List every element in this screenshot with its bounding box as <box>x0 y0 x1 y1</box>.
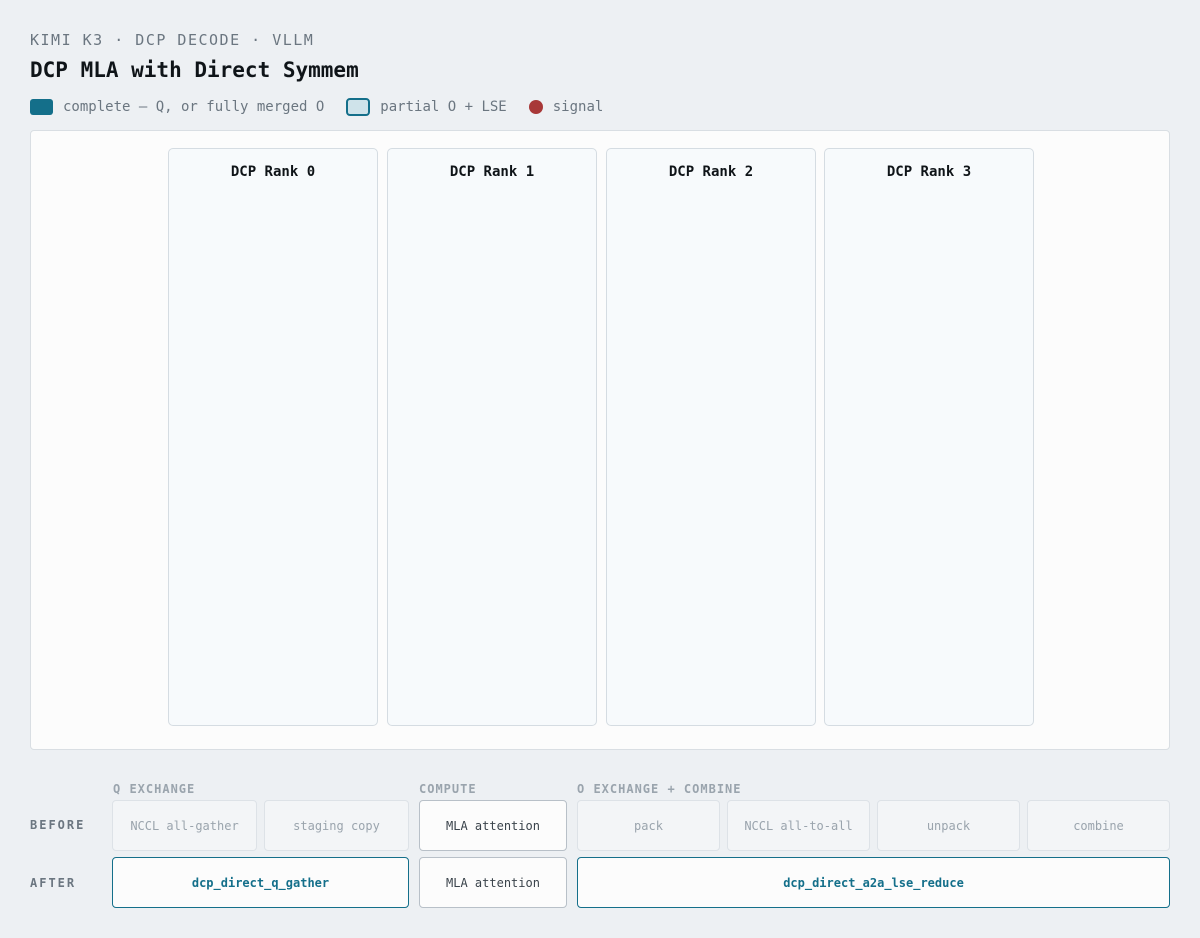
step-dcp-direct-q-gather: dcp_direct_q_gather <box>112 857 409 908</box>
page-title: DCP MLA with Direct Symmem <box>30 58 359 82</box>
legend-label-signal: signal <box>552 99 604 115</box>
page-eyebrow: KIMI K3 · DCP DECODE · VLLM <box>30 31 315 49</box>
rank-lane-1: DCP Rank 1 <box>387 148 597 726</box>
rank-title: DCP Rank 0 <box>230 164 316 180</box>
phase-q-exchange: Q EXCHANGE <box>113 782 196 796</box>
rank-title: DCP Rank 3 <box>886 164 972 180</box>
step-nccl-all-gather: NCCL all-gather <box>112 800 257 851</box>
complete-swatch-icon <box>30 99 53 115</box>
diagram-canvas: DCP Rank 0 DCP Rank 1 DCP Rank 2 DCP Ran… <box>30 130 1170 750</box>
signal-dot-icon <box>528 100 543 114</box>
step-mla-attention-after: MLA attention <box>419 857 567 908</box>
step-dcp-direct-a2a-lse-reduce: dcp_direct_a2a_lse_reduce <box>577 857 1170 908</box>
legend-label-complete: complete — Q, or fully merged O <box>63 99 325 115</box>
step-mla-attention-before: MLA attention <box>419 800 567 851</box>
rank-lane-0: DCP Rank 0 <box>168 148 378 726</box>
step-pack: pack <box>577 800 720 851</box>
legend-label-partial: partial O + LSE <box>380 99 507 115</box>
rank-lane-3: DCP Rank 3 <box>824 148 1034 726</box>
row-label-after: AFTER <box>30 876 77 890</box>
legend-item-complete: complete — Q, or fully merged O <box>30 99 324 115</box>
row-label-before: BEFORE <box>30 818 86 832</box>
step-nccl-all-to-all: NCCL all-to-all <box>727 800 870 851</box>
phase-compute: COMPUTE <box>419 782 477 796</box>
step-unpack: unpack <box>877 800 1020 851</box>
phase-o-exchange: O EXCHANGE + COMBINE <box>577 782 742 796</box>
rank-title: DCP Rank 2 <box>668 164 754 180</box>
step-combine: combine <box>1027 800 1170 851</box>
step-staging-copy: staging copy <box>264 800 409 851</box>
rank-title: DCP Rank 1 <box>449 164 535 180</box>
partial-swatch-icon <box>346 98 371 116</box>
rank-lane-2: DCP Rank 2 <box>606 148 816 726</box>
legend: complete — Q, or fully merged O partial … <box>30 97 625 117</box>
legend-item-signal: signal <box>528 99 604 115</box>
legend-item-partial: partial O + LSE <box>346 98 507 116</box>
